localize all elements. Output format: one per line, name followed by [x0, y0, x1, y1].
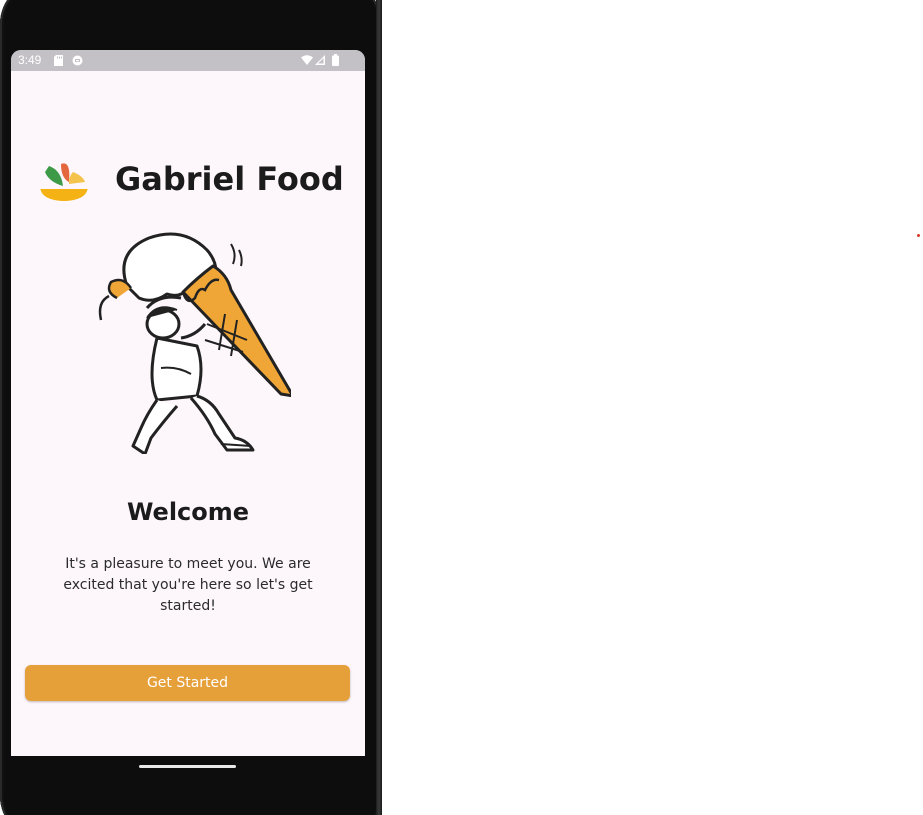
- phone-side-edge: [376, 0, 382, 815]
- home-indicator[interactable]: [139, 765, 236, 768]
- battery-icon: [332, 54, 339, 66]
- welcome-heading: Welcome: [126, 498, 250, 526]
- welcome-message: It's a pleasure to meet you. We are exci…: [63, 556, 313, 614]
- status-time: 3:49: [18, 53, 42, 67]
- cursor-dot: [917, 234, 920, 237]
- person-carrying-ice-cream-illustration: [98, 232, 291, 454]
- signal-icon: [315, 55, 325, 65]
- notification-icon: [72, 55, 83, 66]
- desktop-canvas: 3:49 Gabriel Food Welcome It's a pleasur…: [0, 0, 923, 815]
- sd-card-icon: [54, 55, 63, 66]
- get-started-button[interactable]: Get Started: [25, 665, 350, 701]
- bowl-logo-icon: [40, 163, 88, 201]
- status-bar: 3:49: [11, 50, 365, 71]
- brand-title: Gabriel Food: [115, 160, 344, 198]
- app-screen: 3:49 Gabriel Food Welcome It's a pleasur…: [11, 50, 365, 756]
- wifi-icon: [301, 55, 313, 65]
